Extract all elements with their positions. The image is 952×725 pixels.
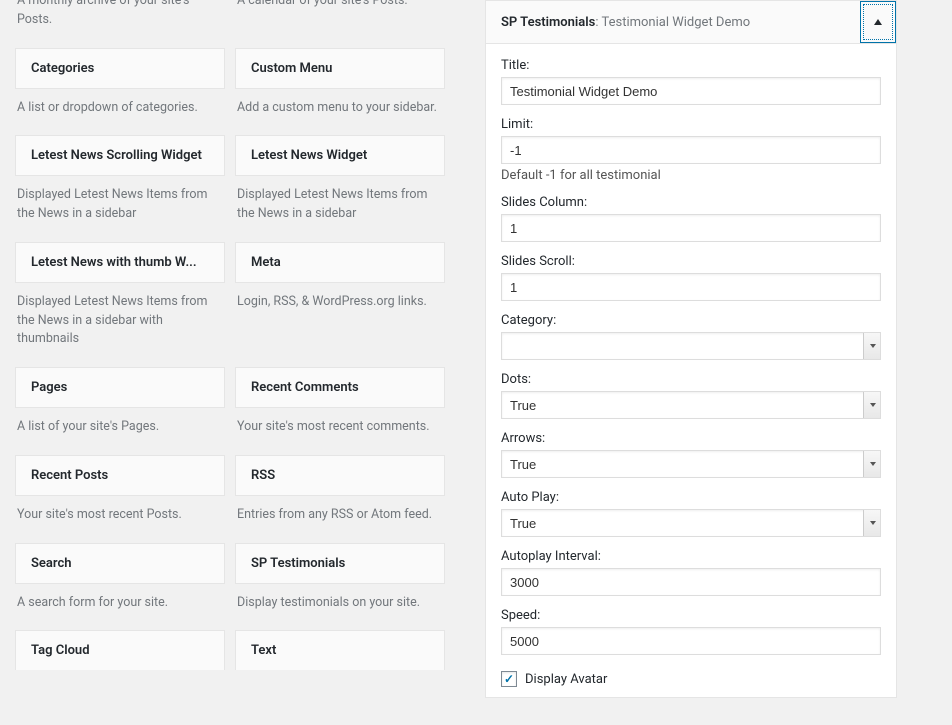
display-avatar-label: Display Avatar (525, 672, 607, 687)
widget-panel-subtitle: Testimonial Widget Demo (601, 15, 750, 30)
widget-item[interactable]: SP Testimonials Display testimonials on … (235, 543, 445, 631)
widget-item[interactable]: A calendar of your site's Posts. (235, 0, 445, 48)
limit-help-text: Default -1 for all testimonial (501, 168, 881, 183)
slides-column-input[interactable] (501, 214, 881, 242)
speed-input[interactable] (501, 627, 881, 655)
slides-scroll-input[interactable] (501, 273, 881, 301)
widget-item[interactable]: Letest News Scrolling Widget Displayed L… (15, 135, 225, 242)
arrows-select[interactable] (501, 450, 881, 478)
widget-description: Displayed Letest News Items from the New… (235, 176, 445, 242)
widget-title: Pages (31, 380, 209, 395)
autoplay-interval-input[interactable] (501, 568, 881, 596)
widget-description: A monthly archive of your site's Posts. (15, 0, 225, 48)
widget-description: Add a custom menu to your sidebar. (235, 89, 445, 136)
title-label: Title: (501, 58, 881, 73)
widget-description: A list or dropdown of categories. (15, 89, 225, 136)
widget-title: Text (251, 643, 429, 658)
widget-item[interactable]: A monthly archive of your site's Posts. (15, 0, 225, 48)
limit-input[interactable] (501, 136, 881, 164)
widget-description: Display testimonials on your site. (235, 584, 445, 631)
widget-title: Recent Comments (251, 380, 429, 395)
widget-description: A calendar of your site's Posts. (235, 0, 445, 29)
widget-description: Displayed Letest News Items from the New… (15, 283, 225, 367)
collapse-toggle-button[interactable] (860, 1, 896, 43)
autoplay-select[interactable] (501, 509, 881, 537)
dots-select[interactable] (501, 391, 881, 419)
available-widgets-panel: A monthly archive of your site's Posts. … (0, 0, 460, 725)
dots-label: Dots: (501, 372, 881, 387)
widget-title: Custom Menu (251, 61, 429, 76)
widget-title: Search (31, 556, 209, 571)
widget-title: SP Testimonials (251, 556, 429, 571)
widget-description: A search form for your site. (15, 584, 225, 631)
widget-title: Meta (251, 255, 429, 270)
category-label: Category: (501, 313, 881, 328)
widget-title: Recent Posts (31, 468, 209, 483)
autoplay-label: Auto Play: (501, 490, 881, 505)
widget-item[interactable]: Text (235, 630, 445, 670)
widget-description: Your site's most recent Posts. (15, 496, 225, 543)
widget-description: Login, RSS, & WordPress.org links. (235, 283, 445, 343)
autoplay-interval-label: Autoplay Interval: (501, 549, 881, 564)
display-avatar-checkbox[interactable] (501, 671, 517, 687)
widget-item[interactable]: Categories A list or dropdown of categor… (15, 48, 225, 136)
title-input[interactable] (501, 77, 881, 105)
widget-item[interactable]: Custom Menu Add a custom menu to your si… (235, 48, 445, 136)
widget-item[interactable]: RSS Entries from any RSS or Atom feed. (235, 455, 445, 543)
slides-column-label: Slides Column: (501, 195, 881, 210)
arrows-label: Arrows: (501, 431, 881, 446)
widget-item[interactable]: Letest News with thumb W... Displayed Le… (15, 242, 225, 367)
widget-item[interactable]: Tag Cloud (15, 630, 225, 670)
widget-title: Tag Cloud (31, 643, 209, 658)
widget-title: Letest News Widget (251, 148, 429, 163)
widget-item[interactable]: Search A search form for your site. (15, 543, 225, 631)
widget-item[interactable]: Recent Posts Your site's most recent Pos… (15, 455, 225, 543)
widget-item[interactable]: Recent Comments Your site's most recent … (235, 367, 445, 455)
widget-settings-panel: SP Testimonials: Testimonial Widget Demo… (485, 0, 897, 698)
widget-panel-header[interactable]: SP Testimonials: Testimonial Widget Demo (486, 1, 896, 44)
widget-title: RSS (251, 468, 429, 483)
widget-item[interactable]: Letest News Widget Displayed Letest News… (235, 135, 445, 242)
widget-title: Letest News Scrolling Widget (31, 148, 209, 163)
widget-description: Entries from any RSS or Atom feed. (235, 496, 445, 543)
widget-title: Letest News with thumb W... (31, 255, 209, 270)
widget-item[interactable]: Pages A list of your site's Pages. (15, 367, 225, 455)
widget-description: Your site's most recent comments. (235, 408, 445, 455)
triangle-up-icon (873, 17, 883, 27)
widget-panel-name: SP Testimonials (501, 15, 595, 30)
widget-item[interactable]: Meta Login, RSS, & WordPress.org links. (235, 242, 445, 367)
widget-description: Displayed Letest News Items from the New… (15, 176, 225, 242)
widget-title: Categories (31, 61, 209, 76)
slides-scroll-label: Slides Scroll: (501, 254, 881, 269)
category-select[interactable] (501, 332, 881, 360)
speed-label: Speed: (501, 608, 881, 623)
widget-description: A list of your site's Pages. (15, 408, 225, 455)
limit-label: Limit: (501, 117, 881, 132)
